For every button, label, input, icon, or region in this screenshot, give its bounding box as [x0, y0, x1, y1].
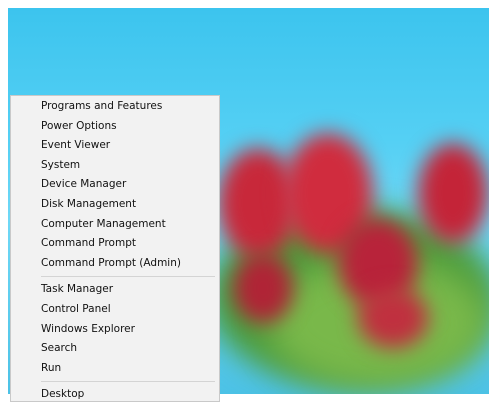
- menu-item-command-prompt[interactable]: Command Prompt: [11, 234, 219, 254]
- menu-item-windows-explorer[interactable]: Windows Explorer: [11, 320, 219, 340]
- tulip-shape: [233, 253, 293, 323]
- menu-item-run[interactable]: Run: [11, 359, 219, 379]
- menu-item-control-panel[interactable]: Control Panel: [11, 300, 219, 320]
- menu-item-power-options[interactable]: Power Options: [11, 117, 219, 137]
- menu-item-device-manager[interactable]: Device Manager: [11, 175, 219, 195]
- menu-item-command-prompt-admin[interactable]: Command Prompt (Admin): [11, 254, 219, 274]
- menu-items: Programs and Features Power Options Event …: [11, 97, 219, 401]
- menu-item-event-viewer[interactable]: Event Viewer: [11, 136, 219, 156]
- quick-link-menu: Programs and Features Power Options Event …: [10, 95, 220, 402]
- menu-item-system[interactable]: System: [11, 156, 219, 176]
- menu-item-programs-and-features[interactable]: Programs and Features: [11, 97, 219, 117]
- tulip-shape: [418, 143, 488, 243]
- menu-item-task-manager[interactable]: Task Manager: [11, 280, 219, 300]
- menu-separator: [41, 276, 215, 278]
- menu-item-search[interactable]: Search: [11, 339, 219, 359]
- menu-item-computer-management[interactable]: Computer Management: [11, 215, 219, 235]
- menu-item-disk-management[interactable]: Disk Management: [11, 195, 219, 215]
- tulip-shape: [358, 288, 428, 348]
- menu-separator: [41, 381, 215, 383]
- screen: Programs and Features Power Options Event …: [0, 0, 491, 402]
- menu-item-desktop[interactable]: Desktop: [11, 385, 219, 401]
